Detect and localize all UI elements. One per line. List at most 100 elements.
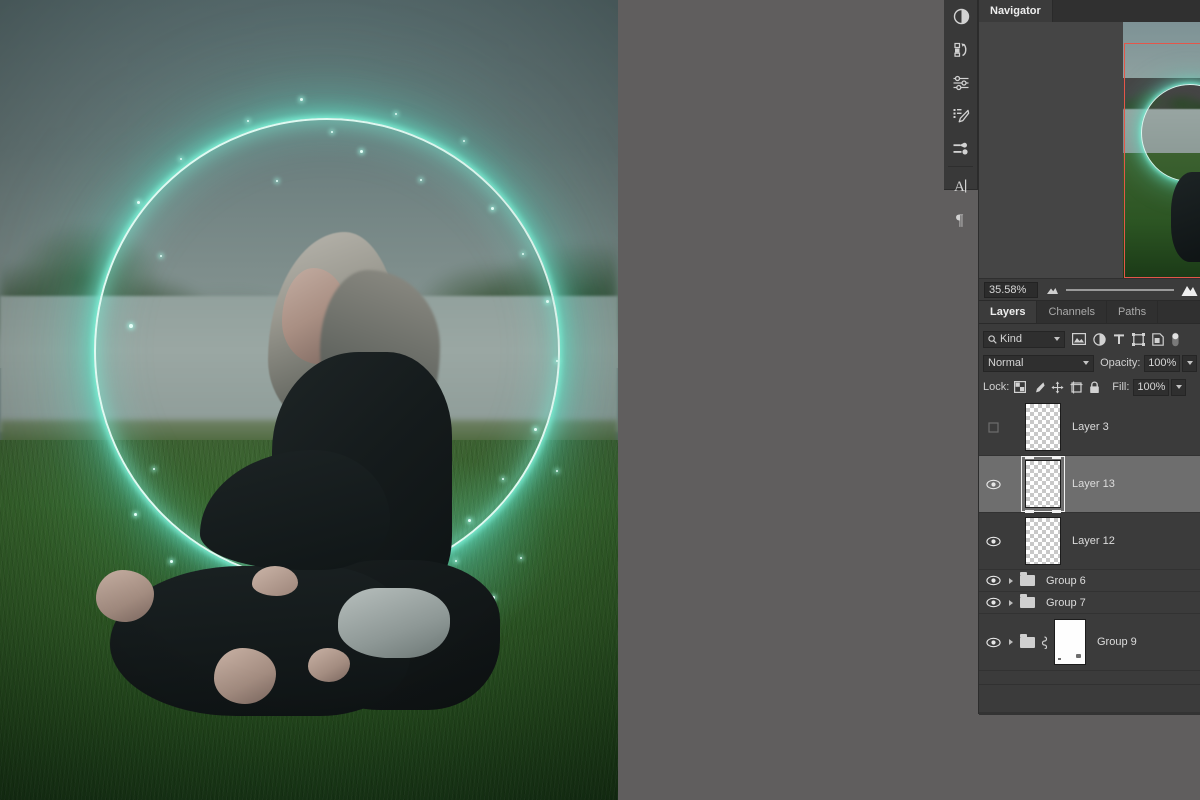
opacity-label: Opacity: [1100, 357, 1141, 369]
eye-icon [985, 597, 1001, 608]
svg-text:A: A [954, 179, 965, 195]
layers-tabbar: Layers Channels Paths [979, 301, 1200, 324]
adjustments-icon[interactable] [944, 0, 978, 33]
navigator-viewbox[interactable] [1124, 43, 1200, 278]
navigator-panel: Navigator 35.58% [979, 0, 1200, 301]
blend-mode-select[interactable]: Normal [983, 354, 1095, 372]
pixel-filter-icon[interactable] [1072, 333, 1086, 345]
subject-arm [200, 450, 390, 570]
dock-separator [948, 166, 973, 167]
layer-thumbnail[interactable] [1025, 517, 1061, 565]
group-expand-arrow-icon[interactable] [1009, 639, 1013, 645]
brushes-icon[interactable] [944, 132, 978, 165]
layers-panel: Layers Channels Paths Kind Normal Opacit… [979, 300, 1200, 715]
chevron-down-icon [1186, 361, 1193, 365]
filter-kind-select[interactable]: Kind [983, 330, 1065, 348]
zoom-in-icon[interactable] [1181, 283, 1198, 297]
subject-figure [0, 0, 618, 800]
adjustment-filter-icon[interactable] [1093, 332, 1106, 346]
eye-icon [985, 575, 1001, 586]
panel-bottom-edge [979, 712, 1200, 715]
layer-visibility-toggle[interactable] [979, 479, 1007, 490]
mask-link-icon[interactable] [1040, 635, 1049, 649]
layer-visibility-toggle[interactable] [979, 421, 1007, 434]
zoom-out-icon[interactable] [1046, 285, 1059, 295]
zoom-slider[interactable] [1066, 289, 1174, 291]
group-expand-arrow-icon[interactable] [1009, 577, 1013, 584]
folder-icon [1020, 633, 1035, 648]
search-icon [988, 334, 997, 344]
layer-name[interactable]: Layer 3 [1072, 421, 1109, 433]
paragraph-icon[interactable]: ¶ [944, 202, 978, 235]
filter-icon-group [1072, 332, 1180, 347]
lock-artboard-icon[interactable] [1070, 381, 1083, 394]
lock-label: Lock: [983, 381, 1010, 393]
navigator-footer: 35.58% [979, 278, 1200, 301]
layer-name[interactable]: Layer 13 [1072, 478, 1115, 490]
table-row[interactable]: Layer 3 [979, 399, 1200, 456]
layer-name[interactable]: Layer 12 [1072, 535, 1115, 547]
layer-visibility-toggle[interactable] [979, 597, 1007, 608]
tab-navigator[interactable]: Navigator [979, 0, 1053, 22]
lock-all-icon[interactable] [1089, 381, 1100, 394]
filter-kind-label: Kind [1000, 333, 1023, 345]
table-row[interactable]: Group 7 [979, 592, 1200, 614]
blend-mode-value: Normal [988, 357, 1024, 369]
navigator-tabbar: Navigator [979, 0, 1200, 23]
table-row[interactable]: Group 9 [979, 614, 1200, 671]
navigator-preview-area[interactable] [979, 22, 1200, 278]
opacity-input[interactable]: 100% [1144, 354, 1181, 372]
type-filter-icon[interactable] [1113, 333, 1125, 345]
lock-image-icon[interactable] [1032, 381, 1045, 394]
table-row[interactable]: Layer 13 [979, 455, 1200, 513]
layer-name[interactable]: Group 9 [1097, 636, 1137, 648]
chevron-down-icon [1054, 337, 1060, 341]
folder-icon [1020, 594, 1035, 608]
table-row[interactable]: Layer 12 [979, 513, 1200, 570]
eye-icon [985, 637, 1001, 647]
photoshop-window: A ¶ Navigator 35.58% Layers Channels Pat… [0, 0, 1200, 800]
history-icon[interactable] [944, 33, 978, 66]
eye-icon [985, 536, 1001, 546]
layer-visibility-toggle[interactable] [979, 575, 1007, 586]
svg-text:¶: ¶ [956, 212, 964, 228]
blend-opacity-row: Normal Opacity: 100% [979, 351, 1200, 375]
lock-position-icon[interactable] [1051, 381, 1064, 394]
eye-icon [985, 479, 1001, 489]
shape-filter-icon[interactable] [1132, 332, 1145, 346]
smart-object-filter-icon[interactable] [1152, 332, 1164, 346]
lock-fill-row: Lock: Fill: 100% [979, 375, 1200, 399]
layers-panel-footer [979, 684, 1200, 715]
table-row[interactable]: Group 6 [979, 570, 1200, 592]
layer-name[interactable]: Group 6 [1046, 575, 1086, 587]
tab-paths[interactable]: Paths [1106, 301, 1159, 323]
document-canvas[interactable] [0, 0, 618, 800]
group-expand-arrow-icon[interactable] [1009, 599, 1013, 606]
layer-name[interactable]: Group 7 [1046, 597, 1086, 609]
layer-list[interactable]: Layer 3 Layer 13 Layer 12 Group 6 Group … [979, 399, 1200, 681]
layer-mask-thumbnail[interactable] [1054, 619, 1086, 665]
layer-visibility-toggle[interactable] [979, 536, 1007, 547]
tab-channels[interactable]: Channels [1037, 301, 1107, 323]
panel-icon-dock: A ¶ [944, 0, 978, 228]
tab-layers[interactable]: Layers [979, 301, 1038, 323]
fill-input[interactable]: 100% [1133, 378, 1170, 396]
layer-visibility-toggle[interactable] [979, 637, 1007, 648]
filter-toggle-icon[interactable] [1171, 332, 1180, 347]
zoom-level-input[interactable]: 35.58% [984, 282, 1038, 298]
properties-icon[interactable] [944, 66, 978, 99]
fill-label: Fill: [1112, 381, 1130, 393]
fill-stepper[interactable] [1171, 378, 1187, 396]
folder-icon [1020, 572, 1035, 586]
layer-thumbnail[interactable] [1025, 403, 1061, 451]
character-icon[interactable]: A [944, 169, 978, 202]
subject-shirt-hem [338, 588, 450, 658]
layer-thumbnail[interactable] [1021, 455, 1065, 513]
subject-foot [252, 566, 298, 596]
opacity-stepper[interactable] [1182, 354, 1197, 372]
lock-transparent-icon[interactable] [1014, 381, 1027, 393]
layer-thumbnail-selection [1021, 455, 1065, 513]
eye-hidden-icon [987, 421, 999, 433]
brush-settings-icon[interactable] [944, 99, 978, 132]
right-panel-column: Navigator 35.58% Layers Channels Paths K… [978, 0, 1200, 715]
